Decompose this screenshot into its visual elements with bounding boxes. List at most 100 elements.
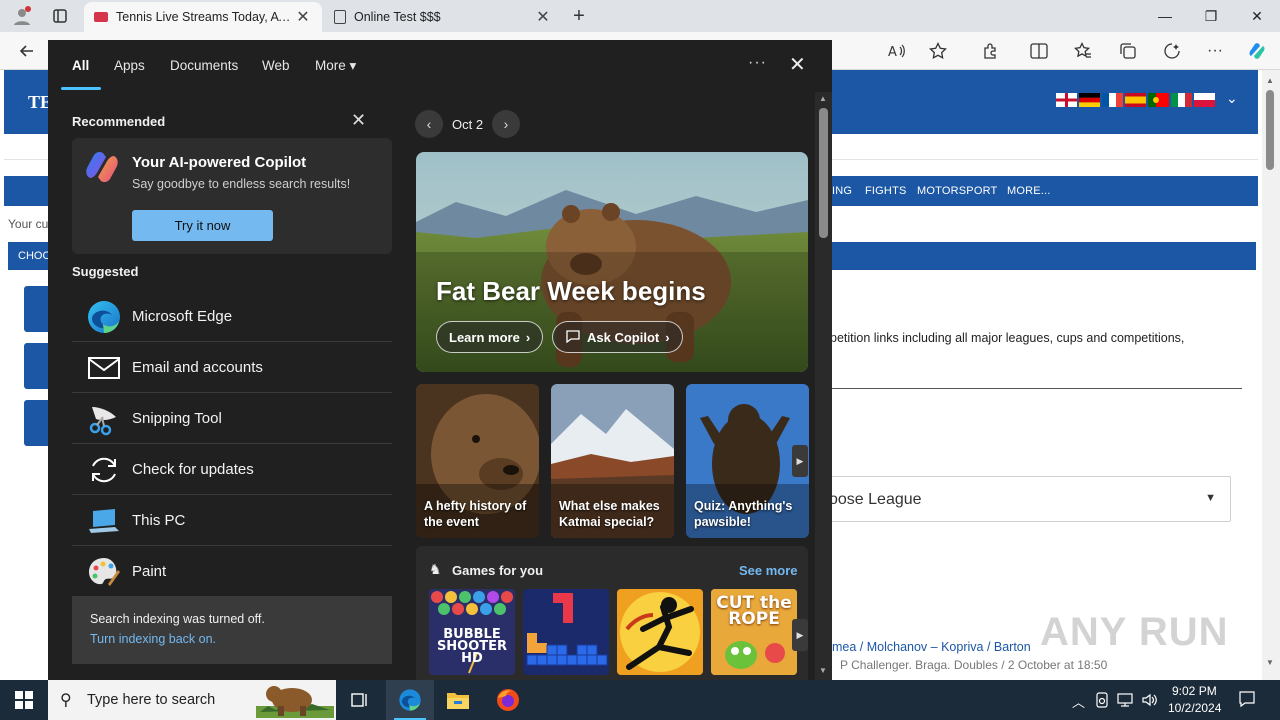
try-copilot-button[interactable]: Try it now [132,210,273,241]
search-icon: ⚲ [60,692,72,709]
language-flags [1056,93,1215,107]
extensions-icon[interactable] [978,38,1004,64]
new-tab-icon[interactable]: + [567,4,591,28]
search-placeholder: Type here to search [87,692,216,708]
tab-web[interactable]: Web [262,58,290,73]
active-tab-indicator [61,87,101,90]
scroll-thumb[interactable] [819,108,828,238]
hero-title: Fat Bear Week begins [436,276,706,306]
nav-item-motorsport[interactable]: MOTORSPORT [917,185,997,197]
next-day-button[interactable]: › [492,110,520,138]
scroll-up-icon[interactable]: ▲ [819,94,827,103]
close-panel-icon[interactable]: ✕ [789,52,806,77]
suggested-item-snipping-tool[interactable]: Snipping Tool [72,393,392,444]
minimize-button[interactable]: — [1142,0,1188,32]
scroll-thumb[interactable] [1266,90,1274,170]
profile-icon[interactable] [10,4,34,28]
collections-icon[interactable] [1115,38,1141,64]
see-more-link[interactable]: See more [739,563,798,578]
favorite-star-icon[interactable] [925,38,951,64]
flag-germany-icon[interactable] [1079,93,1100,107]
nav-item[interactable]: ING [832,185,852,197]
clock-date[interactable]: 10/2/2024 [1168,701,1221,715]
copilot-sidebar-icon[interactable] [1244,38,1270,64]
panel-scrollbar[interactable]: ▲ ▼ [815,92,832,680]
tray-overflow-icon[interactable]: ︿ [1072,692,1085,711]
story-thumb-katmai[interactable]: What else makes Katmai special? [551,384,674,538]
more-options-icon[interactable]: ··· [748,54,767,72]
restore-button[interactable]: ❐ [1188,0,1234,32]
league-select[interactable]: oose League ▼ [814,476,1231,522]
tab-documents[interactable]: Documents [170,58,238,73]
edge-icon [399,689,421,711]
tab-all[interactable]: All [72,58,89,73]
games-next-icon[interactable]: ▶ [792,619,808,651]
learn-more-label: Learn more [449,329,520,345]
sport-basketball-button[interactable] [24,343,50,389]
suggested-item-mail[interactable]: Email and accounts [72,342,392,393]
close-recommended-icon[interactable]: ✕ [351,110,366,131]
volume-icon[interactable] [1141,692,1159,711]
suggested-item-edge[interactable]: Microsoft Edge [72,291,392,342]
flag-italy-icon[interactable] [1171,93,1192,107]
page-scrollbar[interactable]: ▲ ▼ [1262,70,1280,680]
game-stickman-fight[interactable] [617,589,703,675]
taskbar-firefox[interactable] [484,680,532,720]
tab-actions-icon[interactable] [48,4,72,28]
taskbar-edge[interactable] [386,680,434,720]
event-link[interactable]: mea / Molchanov – Kopriva / Barton [832,640,1031,654]
suggested-item-paint[interactable]: Paint [72,546,392,597]
scroll-up-icon[interactable]: ▲ [1266,76,1274,85]
tray-app-icon[interactable] [1095,692,1109,711]
flag-poland-icon[interactable] [1194,93,1215,107]
close-tab-icon[interactable]: ✕ [294,7,312,27]
nav-item-fights[interactable]: FIGHTS [865,185,907,197]
learn-more-button[interactable]: Learn more › [436,321,544,353]
game-block-puzzle[interactable] [523,589,609,675]
scroll-down-icon[interactable]: ▼ [1266,658,1274,667]
flag-england-icon[interactable] [1056,93,1077,107]
split-screen-icon[interactable] [1026,38,1052,64]
carousel-next-icon[interactable]: ▶ [792,445,808,477]
tab-tennis[interactable]: Tennis Live Streams Today, ATP & ✕ [84,2,322,32]
suggested-item-this-pc[interactable]: This PC [72,495,392,546]
story-thumb-quiz[interactable]: Quiz: Anything's pawsible! [686,384,809,538]
chevron-left-icon: ‹ [426,116,432,132]
close-tab-icon[interactable]: ✕ [534,7,552,27]
chevron-down-icon[interactable]: ⌄ [1226,90,1238,107]
ask-copilot-label: Ask Copilot [587,329,660,345]
ask-copilot-button[interactable]: Ask Copilot › [552,321,683,353]
browser-essentials-icon[interactable] [1159,38,1185,64]
start-button[interactable] [0,680,48,720]
clock-time[interactable]: 9:02 PM [1172,684,1217,698]
nav-item-more[interactable]: MORE... [1007,185,1051,197]
game-cut-the-rope[interactable]: CUT the ROPE [711,589,797,675]
suggested-item-check-updates[interactable]: Check for updates [72,444,392,495]
tab-online-test[interactable]: Online Test $$$ ✕ [324,2,562,32]
scroll-down-icon[interactable]: ▼ [819,666,827,675]
flag-spain-icon[interactable] [1125,93,1146,107]
flag-portugal-icon[interactable] [1148,93,1169,107]
taskbar-file-explorer[interactable] [434,680,482,720]
favorites-icon[interactable] [1070,38,1096,64]
game-bubble-shooter[interactable]: BUBBLE SHOOTER HD [429,589,515,675]
close-window-button[interactable]: ✕ [1234,0,1280,32]
flag-france-icon[interactable] [1102,93,1123,107]
notifications-icon[interactable] [1238,690,1256,711]
back-icon[interactable] [14,38,40,64]
sport-football-button[interactable] [24,286,50,332]
prev-day-button[interactable]: ‹ [415,110,443,138]
copilot-subtitle: Say goodbye to endless search results! [132,177,351,191]
hero-card[interactable]: Fat Bear Week begins Learn more › Ask Co… [416,152,808,372]
story-thumb-history[interactable]: A hefty history of the event [416,384,539,538]
read-aloud-icon[interactable]: A [884,38,910,64]
network-icon[interactable] [1117,692,1135,711]
tab-apps[interactable]: Apps [114,58,145,73]
indexing-link[interactable]: Turn indexing back on. [90,632,216,646]
task-view-button[interactable] [336,680,384,720]
tab-more[interactable]: More ▾ [315,58,356,74]
games-title: Games for you [452,563,544,578]
taskbar-search-box[interactable]: ⚲ Type here to search [48,680,336,720]
sport-rugby-button[interactable] [24,400,50,446]
settings-more-icon[interactable]: ··· [1202,38,1228,64]
